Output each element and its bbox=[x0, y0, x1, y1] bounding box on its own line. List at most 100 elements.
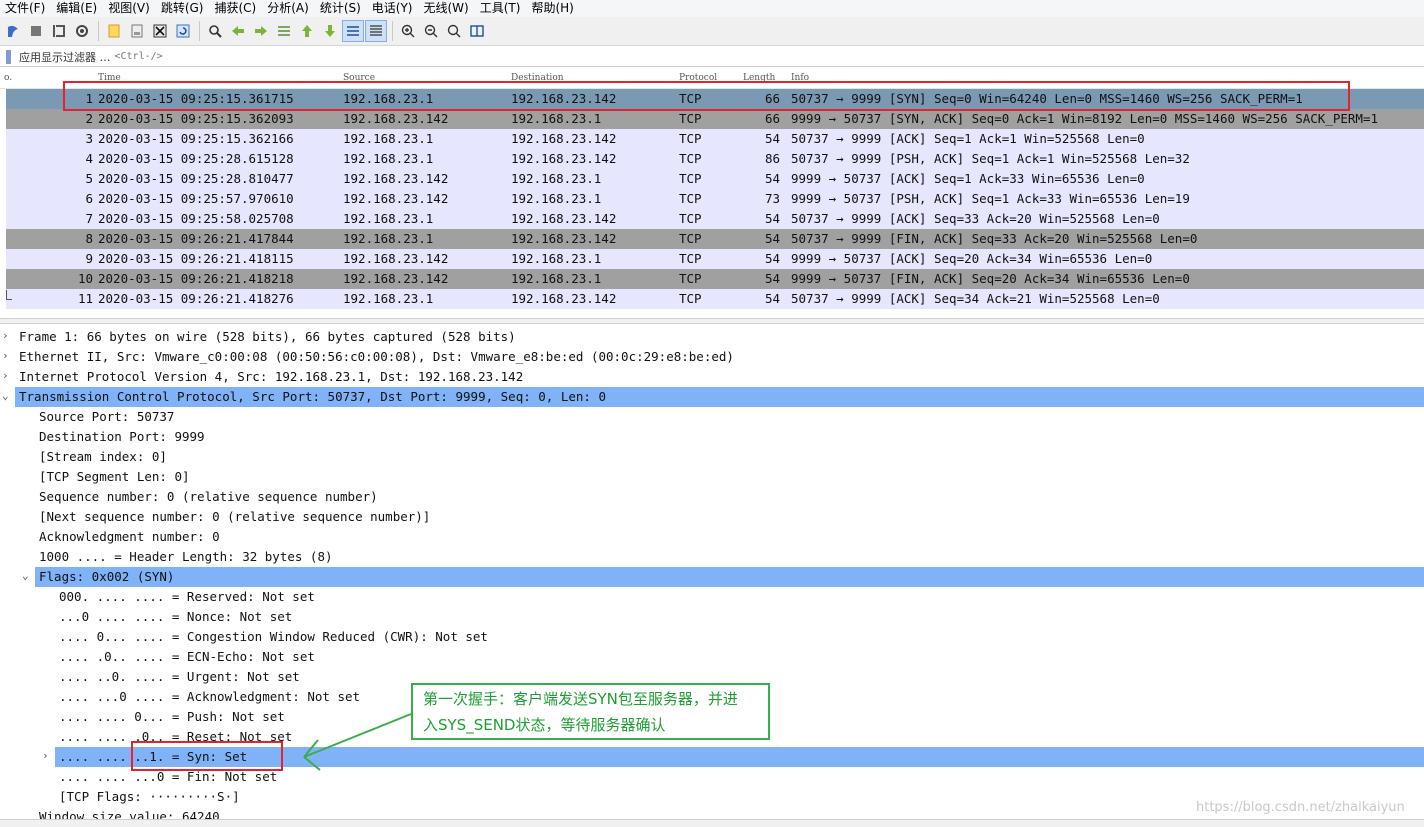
detail-tree-item[interactable]: 000. .... .... = Reserved: Not set bbox=[0, 587, 1424, 607]
detail-tree-item[interactable]: .... 0... .... = Congestion Window Reduc… bbox=[0, 627, 1424, 647]
expand-arrow-icon[interactable]: › bbox=[2, 349, 9, 362]
packet-row[interactable]: 7 2020-03-15 09:25:58.025708 192.168.23.1 1… bbox=[6, 209, 1424, 229]
packet-cell-info: 50737 → 9999 [PSH, ACK] Seq=1 Ack=1 Win=… bbox=[791, 151, 1190, 166]
packet-cell-len: 54 bbox=[764, 171, 780, 186]
callout-arrow bbox=[303, 713, 412, 771]
menu-capture[interactable]: 捕获(C) bbox=[209, 0, 262, 17]
collapse-arrow-icon[interactable]: ⌄ bbox=[2, 389, 9, 402]
detail-tree-item[interactable]: › Internet Protocol Version 4, Src: 192.1… bbox=[0, 367, 1424, 387]
display-filter-bar[interactable]: 应用显示过滤器 … <Ctrl-/> bbox=[0, 47, 1424, 67]
resize-columns-icon[interactable] bbox=[466, 20, 488, 42]
packet-cell-len: 54 bbox=[764, 291, 780, 306]
detail-tree-text: .... 0... .... = Congestion Window Reduc… bbox=[59, 629, 488, 644]
toolbar-separator bbox=[98, 21, 99, 41]
detail-tree-text: Flags: 0x002 (SYN) bbox=[39, 569, 175, 584]
detail-tree-text: ...0 .... .... = Nonce: Not set bbox=[59, 609, 293, 624]
detail-tree-text: Acknowledgment number: 0 bbox=[39, 529, 220, 544]
detail-tree-item[interactable]: › Frame 1: 66 bytes on wire (528 bits), 6… bbox=[0, 327, 1424, 347]
normal-size-icon[interactable] bbox=[443, 20, 465, 42]
detail-tree-text: Transmission Control Protocol, Src Port:… bbox=[19, 389, 606, 404]
filter-bookmark-icon[interactable] bbox=[6, 49, 11, 64]
last-packet-icon[interactable] bbox=[319, 20, 341, 42]
packet-row[interactable]: 10 2020-03-15 09:26:21.418218 192.168.23.1… bbox=[6, 269, 1424, 289]
packet-cell-info: 50737 → 9999 [FIN, ACK] Seq=33 Ack=20 Wi… bbox=[791, 231, 1198, 246]
packet-row[interactable]: 4 2020-03-15 09:25:28.615128 192.168.23.1 1… bbox=[6, 149, 1424, 169]
stop-capture-icon[interactable] bbox=[25, 20, 47, 42]
detail-tree-item[interactable]: Sequence number: 0 (relative sequence nu… bbox=[0, 487, 1424, 507]
menu-tools[interactable]: 工具(T) bbox=[475, 0, 527, 17]
detail-tree-item[interactable]: .... .0.. .... = ECN-Echo: Not set bbox=[0, 647, 1424, 667]
detail-tree-item[interactable]: 1000 .... = Header Length: 32 bytes (8) bbox=[0, 547, 1424, 567]
menu-file[interactable]: 文件(F) bbox=[0, 0, 51, 17]
packet-cell-info: 9999 → 50737 [SYN, ACK] Seq=0 Ack=1 Win=… bbox=[791, 111, 1378, 126]
zoom-out-icon[interactable] bbox=[420, 20, 442, 42]
detail-tree-text: [Next sequence number: 0 (relative seque… bbox=[39, 509, 431, 524]
detail-tree-item[interactable]: [Next sequence number: 0 (relative seque… bbox=[0, 507, 1424, 527]
detail-tree-item[interactable]: ⌄ Transmission Control Protocol, Src Port… bbox=[0, 387, 1424, 407]
packet-cell-len: 66 bbox=[764, 111, 780, 126]
pane-splitter[interactable] bbox=[0, 318, 1424, 324]
packet-row[interactable]: 8 2020-03-15 09:26:21.417844 192.168.23.1 1… bbox=[6, 229, 1424, 249]
filter-shortcut-hint: <Ctrl-/> bbox=[114, 51, 163, 62]
detail-tree-item[interactable]: ...0 .... .... = Nonce: Not set bbox=[0, 607, 1424, 627]
zoom-in-icon[interactable] bbox=[397, 20, 419, 42]
detail-tree-item[interactable]: [Stream index: 0] bbox=[0, 447, 1424, 467]
go-forward-icon[interactable] bbox=[250, 20, 272, 42]
detail-tree-text: 1000 .... = Header Length: 32 bytes (8) bbox=[39, 549, 333, 564]
packet-row[interactable]: 5 2020-03-15 09:25:28.810477 192.168.23.14… bbox=[6, 169, 1424, 189]
restart-capture-icon[interactable] bbox=[48, 20, 70, 42]
menu-wireless[interactable]: 无线(W) bbox=[419, 0, 475, 17]
expand-arrow-icon[interactable]: › bbox=[2, 369, 9, 382]
packet-cell-info: 50737 → 9999 [ACK] Seq=34 Ack=21 Win=525… bbox=[791, 291, 1160, 306]
detail-tree-item[interactable]: Destination Port: 9999 bbox=[0, 427, 1424, 447]
packet-cell-len: 54 bbox=[764, 131, 780, 146]
go-back-icon[interactable] bbox=[227, 20, 249, 42]
detail-tree-item[interactable]: [TCP Segment Len: 0] bbox=[0, 467, 1424, 487]
packet-row[interactable]: 2 2020-03-15 09:25:15.362093 192.168.23.14… bbox=[6, 109, 1424, 129]
colorize-icon[interactable] bbox=[365, 20, 387, 42]
capture-options-icon[interactable] bbox=[71, 20, 93, 42]
open-file-icon[interactable] bbox=[103, 20, 125, 42]
detail-tree-item[interactable]: ⌄ Flags: 0x002 (SYN) bbox=[0, 567, 1424, 587]
detail-tree-text: Internet Protocol Version 4, Src: 192.16… bbox=[19, 369, 524, 384]
menu-statistics[interactable]: 统计(S) bbox=[315, 0, 367, 17]
menu-go[interactable]: 跳转(G) bbox=[156, 0, 210, 17]
find-packet-icon[interactable] bbox=[204, 20, 226, 42]
packet-row[interactable]: 11 2020-03-15 09:26:21.418276 192.168.23.1… bbox=[6, 289, 1424, 309]
detail-tree-text: .... .0.. .... = ECN-Echo: Not set bbox=[59, 649, 315, 664]
packet-row[interactable]: 6 2020-03-15 09:25:57.970610 192.168.23.14… bbox=[6, 189, 1424, 209]
detail-tree-text: .... ..0. .... = Urgent: Not set bbox=[59, 669, 300, 684]
selection-highlight bbox=[35, 567, 1424, 587]
main-toolbar bbox=[0, 17, 1424, 46]
packet-row[interactable]: 9 2020-03-15 09:26:21.418115 192.168.23.14… bbox=[6, 249, 1424, 269]
detail-tree-item[interactable]: › Ethernet II, Src: Vmware_c0:00:08 (00:5… bbox=[0, 347, 1424, 367]
save-file-icon[interactable] bbox=[126, 20, 148, 42]
packet-cell-info: 50737 → 9999 [ACK] Seq=33 Ack=20 Win=525… bbox=[791, 211, 1160, 226]
close-file-icon[interactable] bbox=[149, 20, 171, 42]
column-header-no[interactable]: o. bbox=[4, 73, 12, 83]
detail-tree-item[interactable]: Source Port: 50737 bbox=[0, 407, 1424, 427]
expand-arrow-icon[interactable]: › bbox=[42, 749, 49, 762]
collapse-arrow-icon[interactable]: ⌄ bbox=[22, 569, 29, 582]
filter-placeholder: 应用显示过滤器 … bbox=[19, 50, 111, 64]
toolbar-separator bbox=[392, 21, 393, 41]
auto-scroll-icon[interactable] bbox=[342, 20, 364, 42]
packet-row[interactable]: 3 2020-03-15 09:25:15.362166 192.168.23.1 1… bbox=[6, 129, 1424, 149]
go-to-packet-icon[interactable] bbox=[273, 20, 295, 42]
detail-tree-item[interactable]: Acknowledgment number: 0 bbox=[0, 527, 1424, 547]
shark-fin-start-icon[interactable] bbox=[2, 20, 24, 42]
bottom-splitter[interactable] bbox=[0, 819, 1424, 827]
menu-analyze[interactable]: 分析(A) bbox=[262, 0, 315, 17]
reload-file-icon[interactable] bbox=[172, 20, 194, 42]
highlight-syn-flag bbox=[131, 741, 283, 771]
menu-view[interactable]: 视图(V) bbox=[103, 0, 156, 17]
menu-telephony[interactable]: 电话(Y) bbox=[367, 0, 419, 17]
expand-arrow-icon[interactable]: › bbox=[2, 329, 9, 342]
menu-edit[interactable]: 编辑(E) bbox=[51, 0, 103, 17]
menu-help[interactable]: 帮助(H) bbox=[526, 0, 579, 17]
packet-cell-info: 9999 → 50737 [ACK] Seq=1 Ack=33 Win=6553… bbox=[791, 171, 1145, 186]
detail-tree-text: Window size value: 64240 bbox=[39, 809, 220, 819]
packet-cell-info: 50737 → 9999 [ACK] Seq=1 Ack=1 Win=52556… bbox=[791, 131, 1145, 146]
detail-tree-text: Source Port: 50737 bbox=[39, 409, 175, 424]
first-packet-icon[interactable] bbox=[296, 20, 318, 42]
